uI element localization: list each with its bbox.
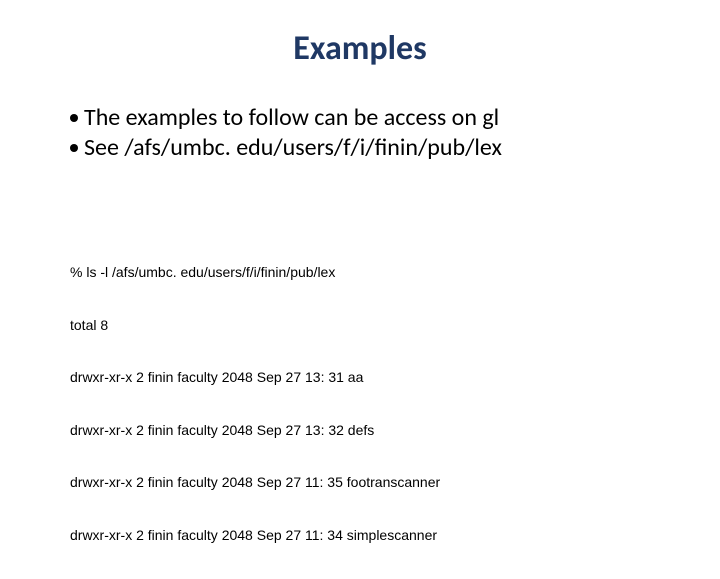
slide-title: Examples xyxy=(40,28,680,69)
bullet-text: The examples to follow can be access on … xyxy=(84,103,680,133)
list-item: See /afs/umbc. edu/users/f/i/finin/pub/l… xyxy=(70,133,680,163)
bullet-list: The examples to follow can be access on … xyxy=(70,103,680,163)
listing-command: % ls -l /afs/umbc. edu/users/f/i/finin/p… xyxy=(70,264,680,282)
listing-total: total 8 xyxy=(70,317,680,335)
listing-row: drwxr-xr-x 2 finin faculty 2048 Sep 27 1… xyxy=(70,527,680,545)
slide: Examples The examples to follow can be a… xyxy=(0,0,720,540)
listing-row: drwxr-xr-x 2 finin faculty 2048 Sep 27 1… xyxy=(70,369,680,387)
listing-row: drwxr-xr-x 2 finin faculty 2048 Sep 27 1… xyxy=(70,422,680,440)
bullet-icon xyxy=(70,144,78,152)
terminal-listing: % ls -l /afs/umbc. edu/users/f/i/finin/p… xyxy=(70,229,680,579)
listing-row: drwxr-xr-x 2 finin faculty 2048 Sep 27 1… xyxy=(70,474,680,492)
bullet-text: See /afs/umbc. edu/users/f/i/finin/pub/l… xyxy=(84,133,680,163)
bullet-icon xyxy=(70,114,78,122)
list-item: The examples to follow can be access on … xyxy=(70,103,680,133)
